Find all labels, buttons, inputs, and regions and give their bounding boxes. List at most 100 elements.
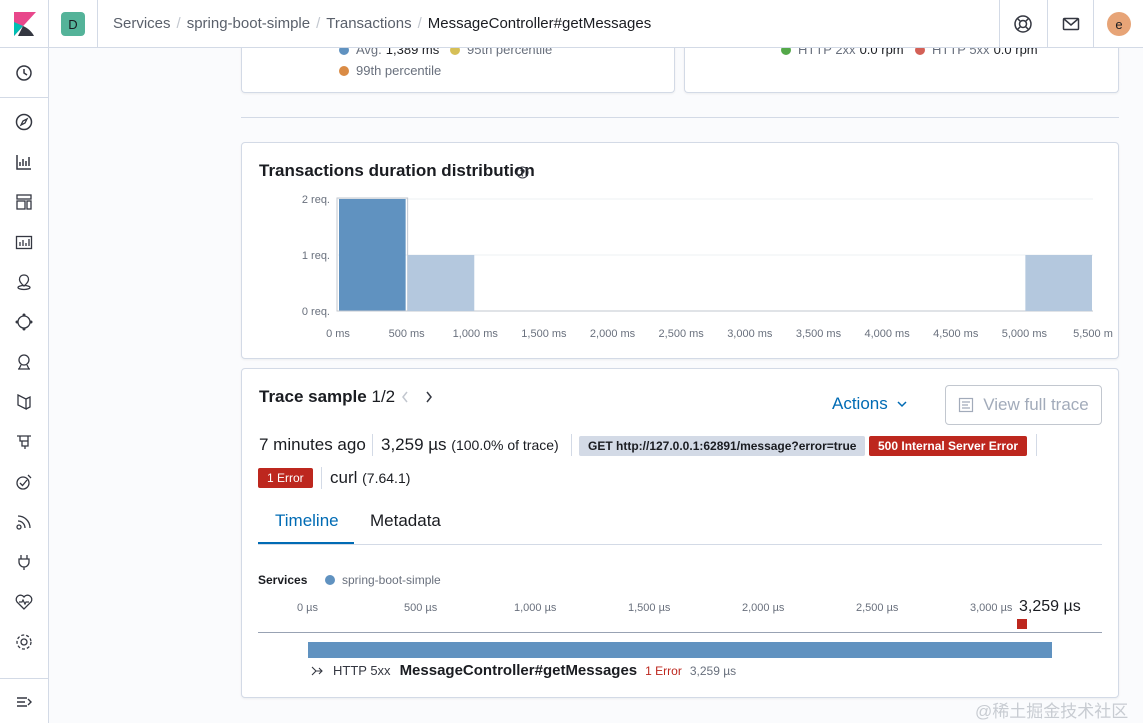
divider bbox=[999, 0, 1000, 48]
x-tick-label: 4,000 ms bbox=[864, 328, 910, 340]
timeline-tick: 0 µs bbox=[297, 602, 319, 614]
distribution-title: Transactions duration distribution bbox=[259, 161, 535, 180]
service-legend-item: spring-boot-simple bbox=[325, 573, 441, 587]
merge-icon bbox=[311, 666, 323, 675]
timeline-tick: 1,500 µs bbox=[628, 602, 671, 614]
breadcrumb-services[interactable]: Services bbox=[113, 15, 171, 32]
space-selector[interactable]: D bbox=[61, 12, 85, 36]
divider bbox=[97, 0, 98, 48]
breadcrumb-service[interactable]: spring-boot-simple bbox=[187, 15, 310, 32]
trace-duration: 3,259 µs (100.0% of trace) bbox=[381, 435, 559, 454]
tab-active-indicator bbox=[258, 542, 354, 544]
timeline-total-duration: 3,259 µs bbox=[1019, 598, 1081, 615]
timeline-tick: 2,500 µs bbox=[856, 602, 899, 614]
chevron-down-icon bbox=[897, 401, 907, 408]
x-tick-label: 1,000 ms bbox=[453, 328, 499, 340]
transaction-span-bar[interactable] bbox=[308, 642, 1052, 658]
user-avatar[interactable]: e bbox=[1107, 12, 1131, 36]
trace-position: 1/2 bbox=[371, 387, 396, 406]
dashboard-icon[interactable] bbox=[14, 192, 34, 212]
space-initial: D bbox=[68, 16, 78, 32]
uptime-icon[interactable] bbox=[14, 472, 34, 492]
histogram-bar[interactable] bbox=[407, 255, 475, 311]
histogram-bar[interactable] bbox=[339, 199, 406, 311]
side-nav bbox=[0, 48, 49, 723]
divider bbox=[1093, 0, 1094, 48]
metrics-icon[interactable] bbox=[14, 352, 34, 372]
stack-monitoring-icon[interactable] bbox=[14, 592, 34, 612]
divider bbox=[48, 0, 49, 48]
x-tick-label: 2,000 ms bbox=[590, 328, 636, 340]
span-duration: 3,259 µs bbox=[689, 664, 737, 678]
trace-sample-title: Trace sample 1/2 bbox=[259, 387, 396, 406]
y-tick-label: 2 req. bbox=[302, 194, 330, 206]
collapse-nav-icon[interactable] bbox=[14, 692, 34, 712]
x-tick-label: 500 ms bbox=[389, 328, 426, 340]
chevron-left-icon[interactable] bbox=[399, 389, 411, 405]
question-circle-icon[interactable] bbox=[516, 166, 529, 179]
timeline-tick: 1,000 µs bbox=[514, 602, 557, 614]
x-tick-label: 2,500 ms bbox=[659, 328, 705, 340]
user-agent: curl (7.64.1) bbox=[330, 468, 411, 487]
histogram-bar[interactable] bbox=[1025, 255, 1092, 311]
legend-99th[interactable]: 99th percentile bbox=[339, 63, 441, 78]
apm-icon[interactable] bbox=[14, 432, 34, 452]
y-tick-label: 1 req. bbox=[302, 250, 330, 262]
siem-icon[interactable] bbox=[14, 512, 34, 532]
legend-dot bbox=[339, 65, 349, 76]
visualize-icon[interactable] bbox=[14, 152, 34, 172]
tab-metadata[interactable]: Metadata bbox=[370, 511, 441, 531]
x-tick-label: 5,500 m bbox=[1073, 328, 1113, 340]
x-tick-label: 1,500 ms bbox=[521, 328, 567, 340]
actions-button[interactable]: Actions bbox=[832, 394, 908, 414]
management-icon[interactable] bbox=[14, 632, 34, 652]
trace-timestamp: 7 minutes ago bbox=[259, 435, 366, 454]
breadcrumb: Services / spring-boot-simple / Transactions… bbox=[113, 15, 652, 32]
request-url-badge: GET http://127.0.0.1:62891/message?error… bbox=[579, 436, 866, 456]
span-type: HTTP 5xx bbox=[333, 663, 391, 678]
breadcrumb-transactions[interactable]: Transactions bbox=[326, 15, 411, 32]
top-bar: D Services / spring-boot-simple / Transactio… bbox=[0, 0, 1143, 48]
help-menu-icon[interactable] bbox=[1013, 14, 1033, 34]
avatar-initial: e bbox=[1115, 16, 1123, 32]
newsfeed-icon[interactable] bbox=[1061, 14, 1081, 34]
span-label: HTTP 5xx MessageController#getMessages 1… bbox=[311, 662, 736, 679]
error-count-badge[interactable]: 1 Error bbox=[258, 468, 313, 488]
recently-viewed-icon[interactable] bbox=[14, 63, 34, 83]
nav-separator bbox=[0, 678, 48, 679]
span-error-count[interactable]: 1 Error bbox=[645, 664, 682, 678]
tabs-border bbox=[258, 544, 1102, 545]
timeline-tick: 3,000 µs bbox=[970, 602, 1013, 614]
timeline-tick: 500 µs bbox=[404, 602, 438, 614]
tab-timeline[interactable]: Timeline bbox=[275, 511, 339, 531]
span-name: MessageController#getMessages bbox=[399, 662, 638, 679]
services-legend-title: Services bbox=[258, 573, 308, 587]
timeline-tick: 2,000 µs bbox=[742, 602, 785, 614]
section-divider bbox=[241, 117, 1119, 118]
timeline-axis-line bbox=[258, 632, 1102, 633]
x-tick-label: 4,500 ms bbox=[933, 328, 979, 340]
discover-icon[interactable] bbox=[14, 112, 34, 132]
canvas-icon[interactable] bbox=[14, 232, 34, 252]
breadcrumb-current: MessageController#getMessages bbox=[427, 15, 652, 32]
divider bbox=[372, 434, 373, 456]
error-marker[interactable] bbox=[1017, 619, 1027, 629]
divider bbox=[321, 467, 322, 489]
apm-trace-icon bbox=[959, 397, 974, 413]
kibana-logo[interactable] bbox=[14, 12, 36, 36]
maps-icon[interactable] bbox=[14, 272, 34, 292]
y-tick-label: 0 req. bbox=[302, 306, 330, 318]
legend-dot bbox=[325, 575, 335, 585]
divider bbox=[1036, 434, 1037, 456]
divider bbox=[1047, 0, 1048, 48]
divider bbox=[571, 434, 572, 456]
x-tick-label: 0 ms bbox=[326, 328, 350, 340]
status-badge: 500 Internal Server Error bbox=[869, 436, 1028, 456]
view-full-trace-button[interactable]: View full trace bbox=[945, 385, 1102, 425]
ml-icon[interactable] bbox=[14, 312, 34, 332]
x-tick-label: 5,000 ms bbox=[1002, 328, 1048, 340]
logs-icon[interactable] bbox=[14, 392, 34, 412]
duration-histogram[interactable]: 0 req. 1 req. 2 req. 0 ms 500 ms 1,000 ms 1,50… bbox=[241, 185, 1119, 350]
chevron-right-icon[interactable] bbox=[423, 389, 435, 405]
dev-tools-icon[interactable] bbox=[14, 552, 34, 572]
